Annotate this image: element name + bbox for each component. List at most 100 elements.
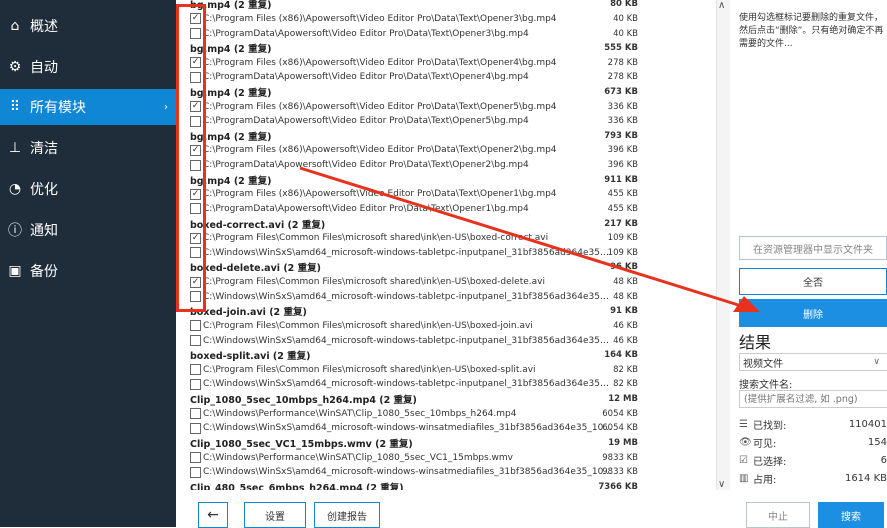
file-checkbox[interactable] — [190, 452, 201, 464]
file-row[interactable]: C:\Windows\WinSxS\amd64_microsoft-window… — [186, 421, 716, 436]
group-header-row[interactable]: boxed-join.avi (2 重复) 91 KB — [186, 304, 716, 319]
file-row[interactable]: ✓ C:\Program Files (x86)\Apowersoft\Video… — [186, 55, 716, 70]
file-row[interactable]: ✓ C:\Program Files (x86)\Apowersoft\Video… — [186, 12, 716, 27]
group-name: bg.mp4 (2 重复) — [190, 175, 272, 187]
file-size: 396 KB — [607, 145, 638, 156]
scroll-up-icon[interactable]: ∧ — [718, 0, 725, 11]
list-scrollbar[interactable]: ∧ ∨ — [716, 0, 730, 490]
file-size: 336 KB — [607, 101, 638, 112]
file-type-select[interactable]: 视频文件 ∨ — [739, 353, 887, 371]
group-name: Clip_1080_5sec_VC1_15mbps.wmv (2 重复) — [190, 438, 413, 450]
file-row[interactable]: ✓ C:\Program Files (x86)\Apowersoft\Video… — [186, 99, 716, 114]
stat-label: 可见: — [753, 438, 777, 450]
file-size: 911 KB — [604, 174, 638, 185]
scroll-down-icon[interactable]: ∨ — [718, 479, 725, 490]
file-checkbox[interactable] — [190, 364, 201, 376]
sidebar-item-3[interactable]: ⊥ 清洁 — [0, 130, 176, 166]
annotation-highlight-box — [176, 4, 206, 312]
filter-input[interactable] — [739, 390, 887, 408]
file-checkbox[interactable] — [190, 378, 201, 390]
file-checkbox[interactable] — [190, 466, 201, 478]
file-row[interactable]: C:\Program Files\Common Files\microsoft … — [186, 363, 716, 378]
file-size: 6054 KB — [602, 423, 638, 434]
settings-button[interactable]: 设置 — [244, 502, 306, 528]
file-row[interactable]: C:\ProgramData\Apowersoft\Video Editor P… — [186, 202, 716, 217]
sidebar-item-2[interactable]: ⠿ 所有模块 › — [0, 89, 176, 125]
file-row[interactable]: ✓ C:\Program Files (x86)\Apowersoft\Video… — [186, 143, 716, 158]
file-path: C:\Windows\WinSxS\amd64_microsoft-window… — [203, 423, 613, 434]
file-row[interactable]: C:\ProgramData\Apowersoft\Video Editor P… — [186, 26, 716, 41]
group-header-row[interactable]: boxed-correct.avi (2 重复) 217 KB — [186, 216, 716, 231]
group-header-row[interactable]: bg.mp4 (2 重复) 911 KB — [186, 172, 716, 187]
file-path: C:\Windows\WinSxS\amd64_microsoft-window… — [203, 335, 613, 346]
description-text: 使用勾选框标记要删除的重复文件，然后点击“删除”。只有绝对确定不再需要的文件..… — [739, 13, 884, 49]
sidebar-item-1[interactable]: ⚙ 自动 — [0, 49, 176, 85]
file-row[interactable]: C:\Windows\WinSxS\amd64_microsoft-window… — [186, 333, 716, 348]
file-size: 6054 KB — [602, 408, 638, 419]
sidebar-item-0[interactable]: ⌂ 概述 — [0, 8, 176, 44]
file-row[interactable]: C:\Windows\Performance\WinSAT\Clip_1080_… — [186, 450, 716, 465]
file-size: 82 KB — [613, 364, 638, 375]
file-checkbox[interactable] — [190, 320, 201, 332]
stat-row: ▥ 占用: 1614 KB — [739, 470, 887, 486]
group-header-row[interactable]: bg.mp4 (2 重复) 80 KB — [186, 0, 716, 12]
file-row[interactable]: C:\Windows\Performance\WinSAT\Clip_1080_… — [186, 406, 716, 421]
eye-icon: 👁 — [739, 436, 752, 448]
group-header-row[interactable]: boxed-split.avi (2 重复) 164 KB — [186, 348, 716, 363]
file-path: C:\Windows\WinSxS\amd64_microsoft-window… — [203, 291, 613, 302]
file-row[interactable]: C:\Windows\WinSxS\amd64_microsoft-window… — [186, 465, 716, 480]
file-row[interactable]: C:\Windows\WinSxS\amd64_microsoft-window… — [186, 246, 716, 261]
file-size: 91 KB — [610, 306, 638, 317]
select-none-button[interactable]: 全否 — [739, 268, 887, 295]
file-checkbox[interactable] — [190, 422, 201, 434]
file-row[interactable]: ✓ C:\Program Files (x86)\Apowersoft\Video… — [186, 187, 716, 202]
file-type-value: 视频文件 — [743, 358, 783, 370]
group-header-row[interactable]: Clip_480_5sec_6mbps_h264.mp4 (2 重复) 7366 … — [186, 479, 716, 490]
file-row[interactable]: C:\Program Files\Common Files\microsoft … — [186, 319, 716, 334]
backup-icon: ▣ — [8, 263, 22, 279]
show-in-explorer-button[interactable]: 在资源管理器中显示文件夹 — [739, 236, 887, 260]
group-header-row[interactable]: Clip_1080_5sec_10mbps_h264.mp4 (2 重复) 12 … — [186, 392, 716, 407]
group-header-row[interactable]: Clip_1080_5sec_VC1_15mbps.wmv (2 重复) 19 M… — [186, 436, 716, 451]
file-checkbox[interactable] — [190, 335, 201, 347]
file-row[interactable]: ✓ C:\Program Files\Common Files\microsoft… — [186, 231, 716, 246]
file-size: 9833 KB — [602, 452, 638, 463]
sidebar-item-5[interactable]: ⓘ 通知 — [0, 212, 176, 248]
sidebar-item-6[interactable]: ▣ 备份 — [0, 253, 176, 289]
file-size: 396 KB — [607, 160, 638, 171]
group-name: bg.mp4 (2 重复) — [190, 131, 272, 143]
file-row[interactable]: ✓ C:\Program Files\Common Files\microsoft… — [186, 275, 716, 290]
broom-icon: ⊥ — [8, 140, 22, 156]
group-name: Clip_480_5sec_6mbps_h264.mp4 (2 重复) — [190, 482, 404, 490]
group-header-row[interactable]: bg.mp4 (2 重复) 673 KB — [186, 85, 716, 100]
delete-button[interactable]: 删除 — [739, 299, 887, 327]
sidebar-item-4[interactable]: ◔ 优化 — [0, 171, 176, 207]
gears-icon: ⚙ — [8, 59, 22, 75]
back-button[interactable]: ← — [198, 502, 228, 528]
sidebar-item-label: 优化 — [30, 182, 58, 198]
stop-button[interactable]: 中止 — [746, 502, 810, 528]
file-row[interactable]: C:\ProgramData\Apowersoft\Video Editor P… — [186, 114, 716, 129]
file-path: C:\Windows\WinSxS\amd64_microsoft-window… — [203, 247, 613, 258]
file-path: C:\ProgramData\Apowersoft\Video Editor P… — [203, 116, 529, 127]
file-size: 217 KB — [604, 218, 638, 229]
file-row[interactable]: C:\Windows\WinSxS\amd64_microsoft-window… — [186, 377, 716, 392]
file-checkbox[interactable] — [190, 408, 201, 420]
bar-chart-icon: ▥ — [739, 472, 749, 484]
file-row[interactable]: C:\Windows\WinSxS\amd64_microsoft-window… — [186, 289, 716, 304]
group-header-row[interactable]: boxed-delete.avi (2 重复) 96 KB — [186, 260, 716, 275]
file-row[interactable]: C:\ProgramData\Apowersoft\Video Editor P… — [186, 158, 716, 173]
sidebar-item-label: 备份 — [30, 264, 58, 280]
stat-value: 1614 KB — [844, 472, 887, 484]
group-name: bg.mp4 (2 重复) — [190, 88, 272, 100]
file-row[interactable]: C:\ProgramData\Apowersoft\Video Editor P… — [186, 70, 716, 85]
search-button[interactable]: 搜索 — [818, 502, 884, 528]
file-size: 455 KB — [607, 203, 638, 214]
group-header-row[interactable]: bg.mp4 (2 重复) 793 KB — [186, 129, 716, 144]
file-size: 278 KB — [607, 72, 638, 83]
file-size: 164 KB — [604, 350, 638, 361]
create-report-button[interactable]: 创建报告 — [314, 502, 380, 528]
file-size: 278 KB — [607, 57, 638, 68]
check-icon: ☑ — [739, 454, 748, 466]
group-header-row[interactable]: bg.mp4 (2 重复) 555 KB — [186, 41, 716, 56]
